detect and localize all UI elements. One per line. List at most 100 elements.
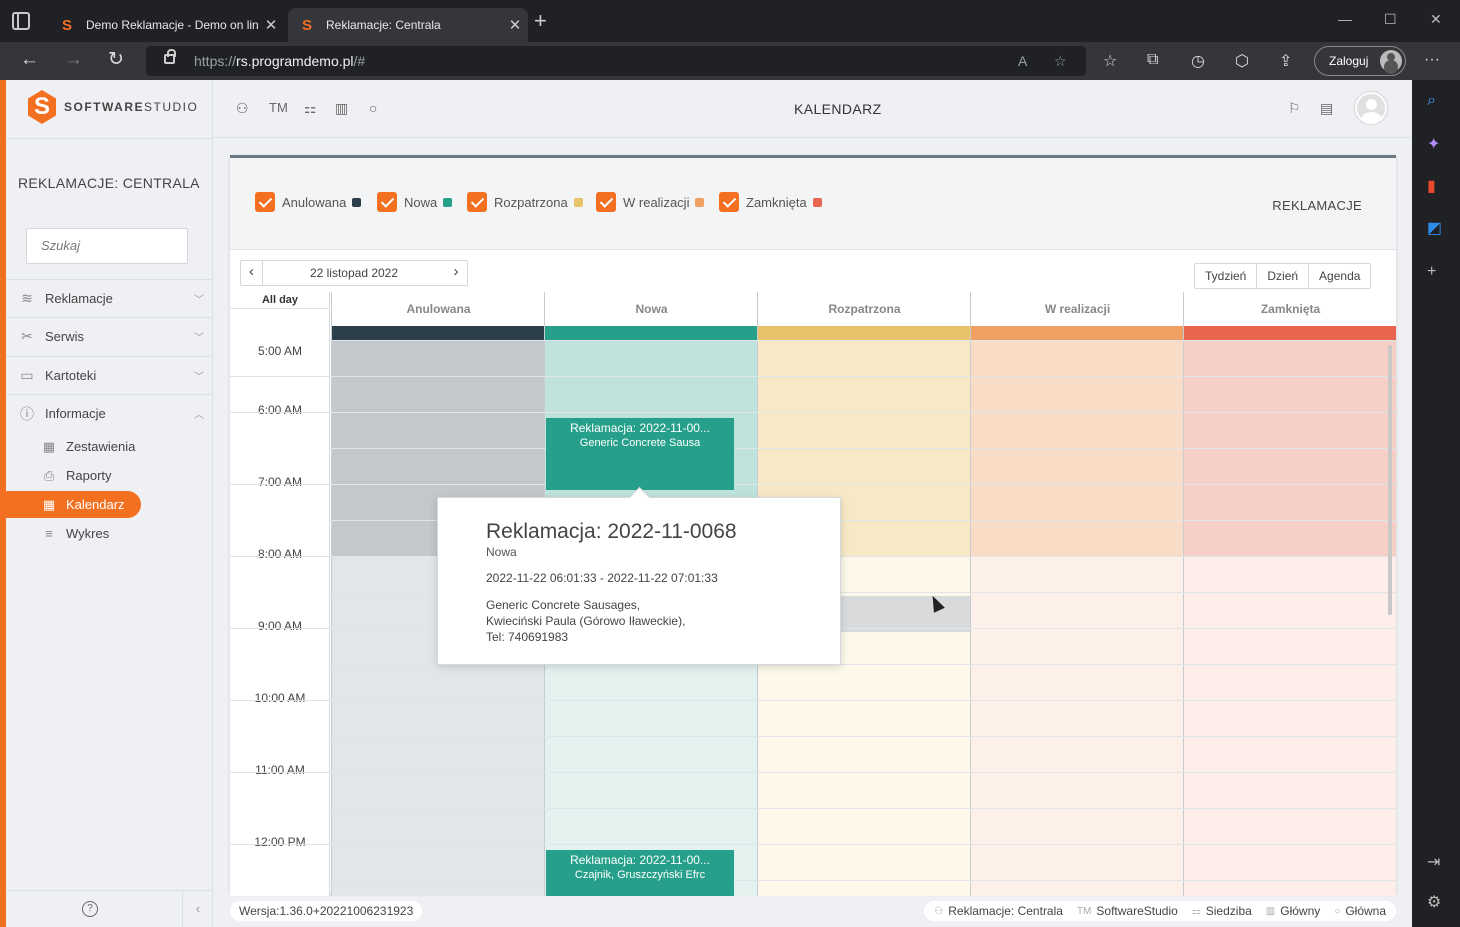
resource-color-bar: [758, 326, 971, 340]
trademark-icon[interactable]: TM: [269, 100, 288, 115]
filter-w-realizacji[interactable]: W realizacji: [596, 192, 705, 212]
share-icon[interactable]: ⇪: [1279, 51, 1292, 71]
hierarchy-icon[interactable]: ⚏: [304, 100, 317, 117]
add-favorite-icon[interactable]: ☆: [1054, 53, 1067, 70]
menu-item-reklamacje[interactable]: ≋ Reklamacje ﹀: [6, 279, 213, 317]
calendar-event[interactable]: Reklamacja: 2022-11-00... Czajnik, Grusz…: [546, 850, 734, 896]
browser-tab-demo[interactable]: S Demo Reklamacje - Demo on lin ✕: [48, 8, 284, 42]
context-register[interactable]: Główna: [1345, 904, 1386, 918]
menu-label: Reklamacje: [45, 291, 113, 306]
maximize-icon[interactable]: ☐: [1384, 11, 1397, 28]
id-card-icon[interactable]: ▤: [1320, 100, 1333, 117]
circle-icon[interactable]: ○: [369, 100, 377, 116]
browser-tab-active[interactable]: S Reklamacje: Centrala ✕: [288, 8, 528, 42]
slot-line: [230, 484, 1396, 485]
login-button[interactable]: Zaloguj: [1314, 46, 1406, 76]
time-label: 12:00 PM: [254, 835, 306, 849]
filter-nowa[interactable]: Nowa: [377, 192, 453, 212]
search-icon[interactable]: ⌕: [1427, 92, 1436, 110]
filter-zamknieta[interactable]: Zamknięta: [719, 192, 822, 212]
color-swatch: [573, 197, 583, 207]
resource-header: Anulowana: [406, 302, 471, 316]
flag-icon[interactable]: ⚐: [1288, 100, 1301, 117]
slot-line: [230, 308, 330, 309]
logo[interactable]: S SOFTWARESTUDIO: [28, 90, 198, 124]
close-tab-icon[interactable]: ✕: [502, 16, 528, 34]
back-icon[interactable]: ←: [20, 50, 39, 70]
checkbox-checked-icon[interactable]: [719, 192, 739, 212]
extensions-icon[interactable]: ⬡: [1235, 51, 1249, 71]
submenu-item-zestawienia[interactable]: ▦ Zestawienia: [6, 433, 206, 460]
close-tab-icon[interactable]: ✕: [258, 16, 284, 34]
menu-item-serwis[interactable]: ✂ Serwis ﹀: [6, 317, 213, 355]
favorites-icon[interactable]: ☆: [1103, 51, 1117, 71]
slot-line: [230, 772, 330, 773]
copilot-icon[interactable]: ✦: [1427, 134, 1440, 154]
filter-rozpatrzona[interactable]: Rozpatrzona: [467, 192, 583, 212]
slot-line: [230, 700, 1396, 701]
submenu-item-kalendarz[interactable]: ▦ Kalendarz: [6, 491, 141, 518]
users-icon[interactable]: ⚇: [236, 100, 249, 117]
resource-color-bar: [1184, 326, 1396, 340]
read-aloud-icon[interactable]: A: [1018, 53, 1027, 69]
time-label: 8:00 AM: [257, 547, 303, 561]
chevron-left-icon[interactable]: ‹: [241, 261, 263, 285]
add-sidebar-icon[interactable]: +: [1427, 263, 1436, 281]
minimize-icon[interactable]: —: [1338, 11, 1352, 27]
tab-title: Reklamacje: Centrala: [326, 18, 441, 32]
time-label: 6:00 AM: [257, 403, 303, 417]
filter-anulowana[interactable]: Anulowana: [255, 192, 362, 212]
slot-line: [230, 736, 1396, 737]
checkbox-checked-icon[interactable]: [596, 192, 616, 212]
filter-label: Rozpatrzona: [494, 194, 568, 210]
context-branch[interactable]: Siedziba: [1206, 904, 1252, 918]
warehouse-icon[interactable]: ▥: [335, 100, 348, 117]
user-avatar[interactable]: [1355, 92, 1387, 124]
help-icon[interactable]: ?: [82, 901, 98, 917]
resource-column-zamknieta: Zamknięta: [1183, 292, 1396, 896]
reload-icon[interactable]: ↻: [108, 50, 124, 70]
scrollbar[interactable]: [1388, 345, 1392, 615]
submenu-label: Wykres: [66, 526, 110, 541]
search-input[interactable]: Szukaj: [26, 228, 188, 264]
tab-actions-icon[interactable]: [12, 12, 30, 30]
date-label[interactable]: 22 listopad 2022: [263, 266, 445, 280]
view-day-button[interactable]: Dzień: [1256, 264, 1308, 288]
close-window-icon[interactable]: ✕: [1430, 11, 1442, 28]
context-company[interactable]: Reklamacje: Centrala: [948, 904, 1063, 918]
menu-item-informacje[interactable]: ⓘ Informacje ︿: [6, 394, 213, 432]
submenu-item-wykres[interactable]: ≡ Wykres: [6, 520, 206, 547]
outlook-icon[interactable]: ◩: [1427, 218, 1442, 238]
menu-label: Serwis: [45, 329, 85, 344]
color-swatch: [812, 197, 822, 207]
calendar-event[interactable]: Reklamacja: 2022-11-00... Generic Concre…: [546, 418, 734, 490]
forward-icon[interactable]: →: [64, 50, 83, 70]
checkbox-checked-icon[interactable]: [467, 192, 487, 212]
office-icon[interactable]: ▮: [1427, 176, 1436, 196]
resource-color-bar: [332, 326, 545, 340]
more-menu-icon[interactable]: ···: [1424, 51, 1440, 69]
history-icon[interactable]: ◷: [1191, 51, 1205, 71]
context-firm[interactable]: SoftwareStudio: [1096, 904, 1177, 918]
color-swatch: [695, 197, 705, 207]
checkbox-checked-icon[interactable]: [255, 192, 275, 212]
collections-icon[interactable]: ⧉: [1147, 51, 1158, 69]
softwarestudio-favicon-icon: S: [62, 17, 73, 34]
submenu-item-raporty[interactable]: ⎙ Raporty: [6, 462, 206, 489]
settings-icon[interactable]: ⚙: [1427, 892, 1441, 912]
collapse-panel-icon[interactable]: ‹: [182, 891, 213, 927]
view-agenda-button[interactable]: Agenda: [1308, 264, 1370, 288]
slot-line: [230, 556, 330, 557]
checkbox-checked-icon[interactable]: [377, 192, 397, 212]
new-tab-icon[interactable]: +: [534, 10, 547, 32]
chevron-right-icon[interactable]: ›: [445, 261, 467, 285]
browser-address-bar: ← → ↻ https://rs.programdemo.pl/# A ☆ ☆ …: [0, 42, 1460, 80]
slot-line: [230, 376, 330, 377]
filter-label: W realizacji: [623, 194, 690, 210]
event-subtitle: Generic Concrete Sausa: [579, 437, 701, 449]
context-warehouse[interactable]: Główny: [1280, 904, 1320, 918]
sidebar-toggle-icon[interactable]: ⇥: [1427, 852, 1440, 872]
view-week-button[interactable]: Tydzień: [1195, 264, 1256, 288]
url-field[interactable]: https://rs.programdemo.pl/# A ☆: [146, 46, 1086, 76]
menu-item-kartoteki[interactable]: ▭ Kartoteki ﹀: [6, 356, 213, 394]
